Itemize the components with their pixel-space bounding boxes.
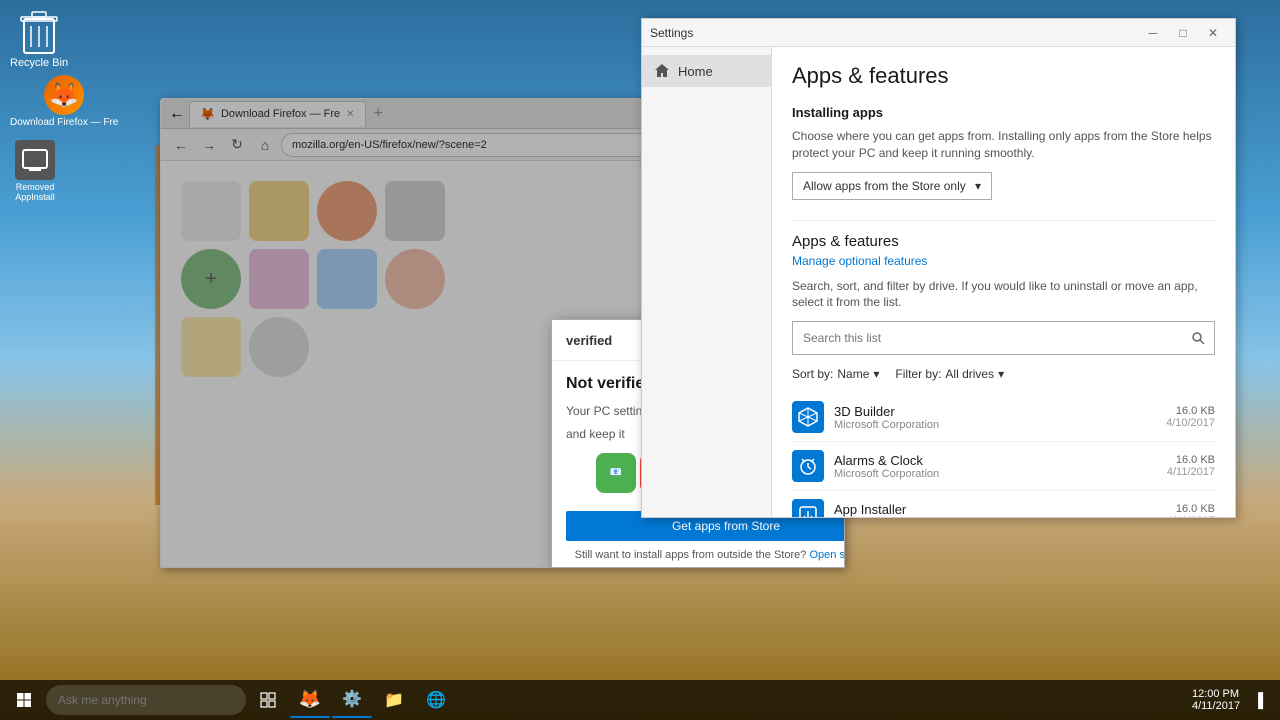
taskbar: 🦊 ⚙️ 📁 🌐 12:00 PM 4/11/2017 ▌ [0, 680, 1280, 720]
taskbar-file-explorer-button[interactable]: 📁 [374, 682, 414, 718]
dropdown-value: Allow apps from the Store only [803, 179, 966, 193]
app-size-app-installer: 16.0 KB [1167, 503, 1215, 515]
section-divider [792, 220, 1215, 221]
task-view-icon [260, 692, 276, 708]
filter-by-button[interactable]: Filter by: All drives ▾ [895, 367, 1004, 381]
sort-value: Name [837, 367, 869, 381]
dropdown-caret-icon: ▾ [975, 179, 981, 193]
removed-label: Removed AppInstall [5, 182, 65, 202]
settings-maximize-button[interactable]: □ [1169, 23, 1197, 43]
app-publisher-3d-builder: Microsoft Corporation [834, 419, 1156, 431]
filter-value: All drives [945, 367, 994, 381]
app-meta-alarms-clock: 16.0 KB 4/11/2017 [1167, 454, 1215, 478]
installing-apps-desc: Choose where you can get apps from. Inst… [792, 128, 1215, 162]
settings-sidebar: Home [642, 47, 772, 517]
filter-caret-icon: ▾ [998, 367, 1004, 381]
sort-by-button[interactable]: Sort by: Name ▾ [792, 367, 879, 381]
3d-builder-icon [797, 406, 819, 428]
firefox-label: Download Firefox — Fre [10, 117, 118, 128]
settings-nav-home[interactable]: Home [642, 55, 771, 87]
recycle-bin-label: Recycle Bin [10, 57, 68, 69]
modal-title: verified [566, 333, 612, 348]
app-info-3d-builder: 3D Builder Microsoft Corporation [834, 404, 1156, 431]
home-icon [654, 63, 670, 79]
sort-caret-icon: ▾ [873, 367, 879, 381]
installing-apps-title: Installing apps [792, 105, 1215, 120]
desktop-icon-removed[interactable]: Removed AppInstall [5, 140, 65, 202]
app-search-bar [792, 321, 1215, 355]
settings-minimize-button[interactable]: ─ [1139, 23, 1167, 43]
app-meta-3d-builder: 16.0 KB 4/10/2017 [1166, 405, 1215, 429]
app-name-alarms-clock: Alarms & Clock [834, 453, 1157, 468]
settings-titlebar: Settings ─ □ ✕ [642, 19, 1235, 47]
apps-features-desc: Search, sort, and filter by drive. If yo… [792, 278, 1215, 312]
app-icon-app-installer [792, 499, 824, 517]
taskbar-search[interactable] [46, 685, 246, 715]
sort-label: Sort by: [792, 367, 833, 381]
manage-optional-features-link[interactable]: Manage optional features [792, 254, 1215, 268]
app-publisher-alarms-clock: Microsoft Corporation [834, 468, 1157, 480]
taskbar-clock[interactable]: 12:00 PM 4/11/2017 [1184, 688, 1248, 712]
open-settings-link[interactable]: Open settings [809, 549, 845, 561]
app-info-app-installer: App Installer Microsoft Corporation [834, 502, 1157, 517]
taskbar-firefox-button[interactable]: 🦊 [290, 682, 330, 718]
settings-window-controls: ─ □ ✕ [1139, 23, 1227, 43]
modal-app-icon-1: 📧 [596, 453, 636, 493]
app-name-3d-builder: 3D Builder [834, 404, 1156, 419]
taskbar-settings-button[interactable]: ⚙️ [332, 682, 372, 718]
modal-footer: Still want to install apps from outside … [566, 549, 845, 561]
desktop-icon-firefox[interactable]: 🦊 Download Firefox — Fre [10, 75, 118, 128]
app-date-3d-builder: 4/10/2017 [1166, 417, 1215, 429]
settings-close-button[interactable]: ✕ [1199, 23, 1227, 43]
settings-content: Apps & features Installing apps Choose w… [772, 47, 1235, 517]
app-info-alarms-clock: Alarms & Clock Microsoft Corporation [834, 453, 1157, 480]
search-icon [1191, 331, 1205, 345]
settings-main-title: Apps & features [792, 63, 1215, 89]
show-desktop-button[interactable]: ▌ [1250, 692, 1276, 708]
app-search-input[interactable] [793, 325, 1182, 351]
desktop-icon-recycle-bin[interactable]: Recycle Bin [10, 10, 68, 69]
recycle-bin-icon [19, 10, 59, 55]
app-list-item-app-installer[interactable]: App Installer Microsoft Corporation 16.0… [792, 491, 1215, 517]
sort-filter-row: Sort by: Name ▾ Filter by: All drives ▾ [792, 367, 1215, 381]
app-search-button[interactable] [1182, 322, 1214, 354]
settings-window-title: Settings [650, 26, 693, 40]
alarms-clock-icon [797, 455, 819, 477]
app-date-alarms-clock: 4/11/2017 [1167, 466, 1215, 478]
app-list-item-alarms-clock[interactable]: Alarms & Clock Microsoft Corporation 16.… [792, 442, 1215, 491]
filter-label: Filter by: [895, 367, 941, 381]
apps-features-subtitle: Apps & features [792, 233, 1215, 250]
task-view-button[interactable] [248, 682, 288, 718]
removed-icon [15, 140, 55, 180]
app-size-alarms-clock: 16.0 KB [1167, 454, 1215, 466]
app-icon-alarms-clock [792, 450, 824, 482]
apps-source-dropdown[interactable]: Allow apps from the Store only ▾ [792, 172, 992, 200]
app-meta-app-installer: 16.0 KB 4/11/2017 [1167, 503, 1215, 517]
app-installer-icon [797, 504, 819, 517]
app-size-3d-builder: 16.0 KB [1166, 405, 1215, 417]
settings-window: Settings ─ □ ✕ Home Apps & features Inst… [641, 18, 1236, 518]
app-list: 3D Builder Microsoft Corporation 16.0 KB… [792, 393, 1215, 517]
app-date-app-installer: 4/11/2017 [1167, 515, 1215, 517]
app-icon-3d-builder [792, 401, 824, 433]
start-button[interactable] [4, 682, 44, 718]
app-list-item-3d-builder[interactable]: 3D Builder Microsoft Corporation 16.0 KB… [792, 393, 1215, 442]
firefox-desktop-icon: 🦊 [44, 75, 84, 115]
settings-body: Home Apps & features Installing apps Cho… [642, 47, 1235, 517]
taskbar-date: 4/11/2017 [1192, 700, 1240, 712]
windows-icon [16, 692, 32, 708]
app-name-app-installer: App Installer [834, 502, 1157, 517]
taskbar-time: 12:00 PM [1192, 688, 1240, 700]
taskbar-edge-button[interactable]: 🌐 [416, 682, 456, 718]
